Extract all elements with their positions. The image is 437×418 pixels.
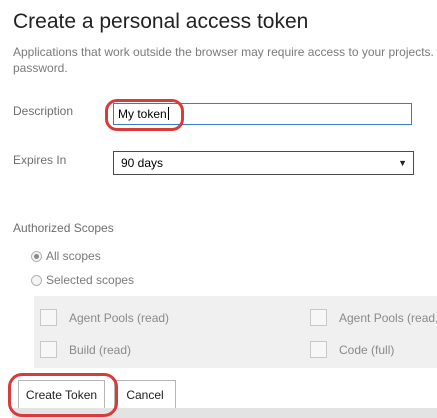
description-value: My token xyxy=(118,107,167,121)
expires-select[interactable]: 90 days ▼ xyxy=(113,151,414,175)
scope-label-agent-pools-read: Agent Pools (read) xyxy=(69,311,170,325)
radio-selected-scopes-label: Selected scopes xyxy=(46,273,135,287)
scope-label-build-read: Build (read) xyxy=(69,343,132,357)
chevron-down-icon: ▼ xyxy=(398,158,407,168)
expires-label: Expires In xyxy=(13,153,67,167)
authorized-scopes-label: Authorized Scopes xyxy=(13,221,114,235)
radio-selected-scopes[interactable]: Selected scopes xyxy=(31,272,134,288)
radio-all-scopes-label: All scopes xyxy=(46,249,101,263)
scope-checkbox-agent-pools-read-2[interactable] xyxy=(310,309,327,326)
intro-line-2: password. xyxy=(13,61,68,75)
footer-bar xyxy=(12,408,437,418)
scope-label-agent-pools-read-2: Agent Pools (read, xyxy=(339,311,437,325)
description-label: Description xyxy=(13,104,74,118)
scope-label-code-full: Code (full) xyxy=(339,343,395,357)
radio-all-scopes-indicator[interactable] xyxy=(31,250,42,262)
description-input[interactable]: My token xyxy=(113,103,412,125)
create-token-button[interactable]: Create Token xyxy=(18,380,105,410)
text-caret xyxy=(167,107,169,120)
scope-checkbox-code-full[interactable] xyxy=(310,341,327,358)
scopes-panel xyxy=(34,296,437,368)
cancel-button[interactable]: Cancel xyxy=(114,380,176,410)
intro-text: Applications that work outside the brows… xyxy=(13,44,437,76)
intro-line-1: Applications that work outside the brows… xyxy=(13,45,434,59)
scope-checkbox-build-read[interactable] xyxy=(40,341,57,358)
radio-selected-scopes-indicator[interactable] xyxy=(31,274,42,286)
page-title: Create a personal access token xyxy=(13,10,309,33)
scope-checkbox-agent-pools-read[interactable] xyxy=(40,309,57,326)
radio-all-scopes[interactable]: All scopes xyxy=(31,248,101,264)
expires-selected-value: 90 days xyxy=(121,156,164,170)
